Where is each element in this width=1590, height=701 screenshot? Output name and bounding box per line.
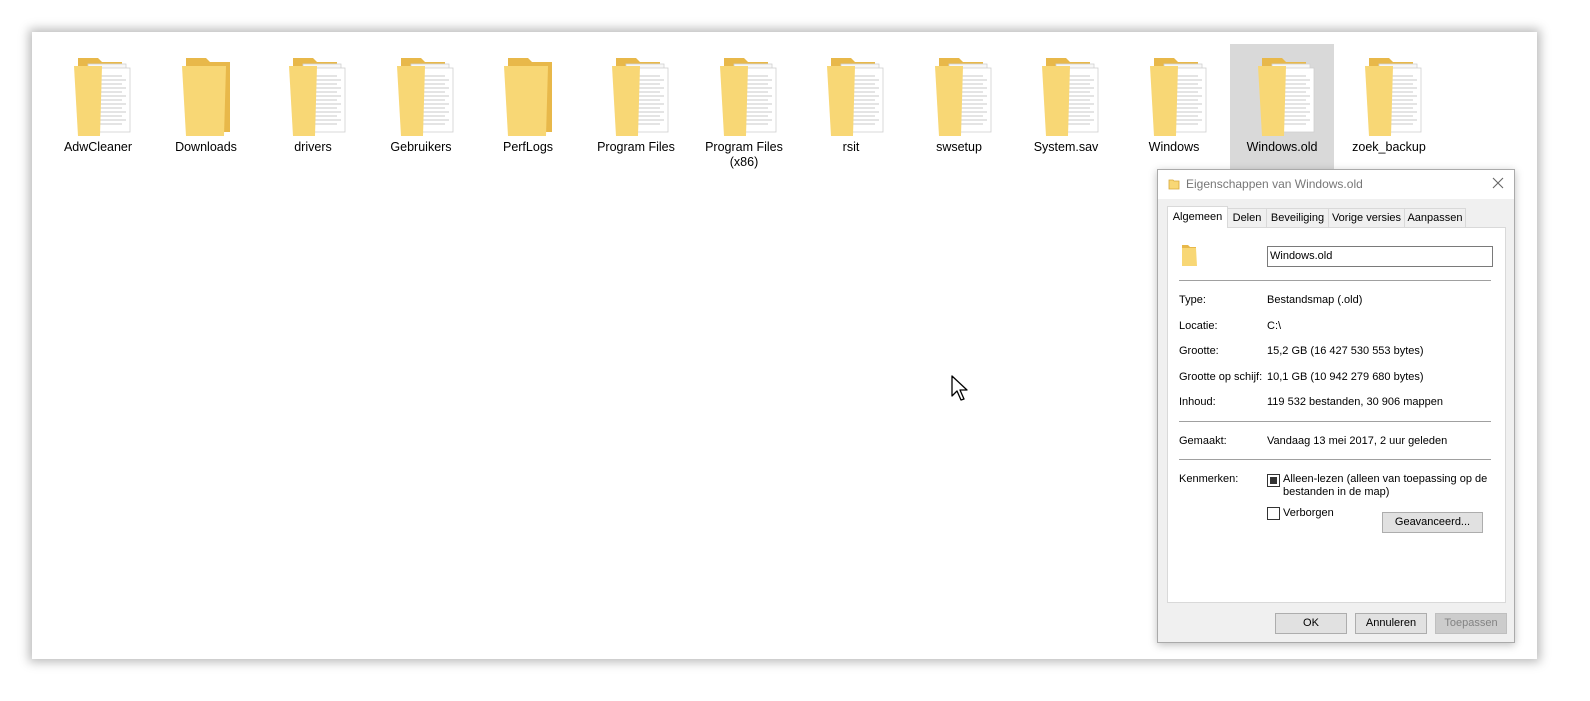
location-label: Locatie:: [1179, 320, 1218, 332]
close-icon[interactable]: [1490, 175, 1506, 191]
hidden-checkbox[interactable]: [1267, 507, 1280, 520]
folder-label: swsetup: [936, 140, 982, 154]
folder-item[interactable]: Gebruikers: [369, 44, 473, 169]
folder-with-documents-icon: [935, 58, 992, 136]
folder-item[interactable]: swsetup: [907, 44, 1011, 169]
folder-item[interactable]: Program Files (x86): [692, 44, 796, 169]
readonly-checkbox-label[interactable]: Alleen-lezen (alleen van toepassing op d…: [1283, 473, 1493, 499]
folder-label: Program Files (x86): [705, 140, 783, 169]
location-value: C:\: [1267, 320, 1282, 332]
folder-label: PerfLogs: [502, 140, 554, 154]
folder-with-documents-icon: [397, 58, 454, 136]
folder-with-documents-icon: [1150, 58, 1207, 136]
divider: [1179, 459, 1491, 460]
folder-label: AdwCleaner: [63, 140, 133, 154]
created-label: Gemaakt:: [1179, 435, 1227, 447]
folder-label: System.sav: [1033, 140, 1099, 154]
folder-label: Program Files: [597, 140, 675, 154]
ok-button[interactable]: OK: [1275, 613, 1347, 634]
dialog-title: Eigenschappen van Windows.old: [1186, 177, 1363, 191]
folder-item[interactable]: Program Files: [584, 44, 688, 169]
folder-with-documents-icon: [720, 58, 777, 136]
folder-with-documents-icon: [1365, 58, 1422, 136]
folder-item[interactable]: AdwCleaner: [46, 44, 150, 169]
folder-with-documents-icon: [1042, 58, 1099, 136]
size-value: 15,2 GB (16 427 530 553 bytes): [1267, 345, 1424, 357]
folder-label: Windows.old: [1246, 140, 1318, 154]
folder-item[interactable]: PerfLogs: [476, 44, 580, 169]
tab-delen[interactable]: Delen: [1227, 208, 1267, 227]
folder-item[interactable]: Windows: [1122, 44, 1226, 169]
tab-algemeen[interactable]: Algemeen: [1167, 206, 1228, 228]
general-tab-panel: Type: Bestandsmap (.old) Locatie: C:\ Gr…: [1167, 227, 1506, 603]
folder-item[interactable]: rsit: [799, 44, 903, 169]
type-label: Type:: [1179, 294, 1206, 306]
tab-aanpassen[interactable]: Aanpassen: [1404, 208, 1466, 227]
folder-with-documents-icon: [827, 58, 884, 136]
folder-label: Windows: [1148, 140, 1200, 154]
folder-with-documents-icon: [612, 58, 669, 136]
type-value: Bestandsmap (.old): [1267, 294, 1363, 306]
divider: [1179, 421, 1491, 422]
tab-vorige-versies[interactable]: Vorige versies: [1328, 208, 1405, 227]
size-label: Grootte:: [1179, 345, 1219, 357]
properties-dialog: Eigenschappen van Windows.old Algemeen D…: [1157, 169, 1515, 643]
folder-item[interactable]: Windows.old: [1230, 44, 1334, 169]
divider: [1179, 280, 1491, 281]
folder-with-documents-icon: [1258, 58, 1315, 136]
dialog-titlebar: Eigenschappen van Windows.old: [1158, 170, 1514, 199]
contents-label: Inhoud:: [1179, 396, 1216, 408]
created-value: Vandaag 13 mei 2017, 2 uur geleden: [1267, 435, 1448, 447]
disk-size-value: 10,1 GB (10 942 279 680 bytes): [1267, 371, 1424, 383]
tab-beveiliging[interactable]: Beveiliging: [1266, 208, 1329, 227]
folder-icon: [1182, 245, 1197, 266]
folder-item[interactable]: Downloads: [154, 44, 258, 169]
indeterminate-mark: [1270, 477, 1277, 484]
folder-item[interactable]: drivers: [261, 44, 365, 169]
folder-item[interactable]: zoek_backup: [1337, 44, 1441, 169]
cancel-button[interactable]: Annuleren: [1355, 613, 1427, 634]
apply-button[interactable]: Toepassen: [1435, 613, 1507, 634]
folder-icon: [1168, 179, 1180, 190]
contents-value: 119 532 bestanden, 30 906 mappen: [1267, 396, 1443, 408]
folder-icon: [504, 58, 552, 136]
mouse-pointer-icon: [951, 375, 968, 401]
folder-label: rsit: [842, 140, 860, 154]
disk-size-label: Grootte op schijf:: [1179, 371, 1263, 383]
folder-label: zoek_backup: [1352, 140, 1426, 154]
folder-item[interactable]: System.sav: [1014, 44, 1118, 169]
folder-icon: [182, 58, 230, 136]
folder-with-documents-icon: [74, 58, 131, 136]
attributes-label: Kenmerken:: [1179, 473, 1239, 485]
advanced-button[interactable]: Geavanceerd...: [1382, 512, 1483, 533]
folder-label: drivers: [294, 140, 332, 154]
folder-with-documents-icon: [289, 58, 346, 136]
folder-label: Gebruikers: [390, 140, 452, 154]
folder-name-field[interactable]: [1267, 246, 1493, 267]
readonly-checkbox[interactable]: [1267, 474, 1280, 487]
folder-label: Downloads: [175, 140, 237, 154]
